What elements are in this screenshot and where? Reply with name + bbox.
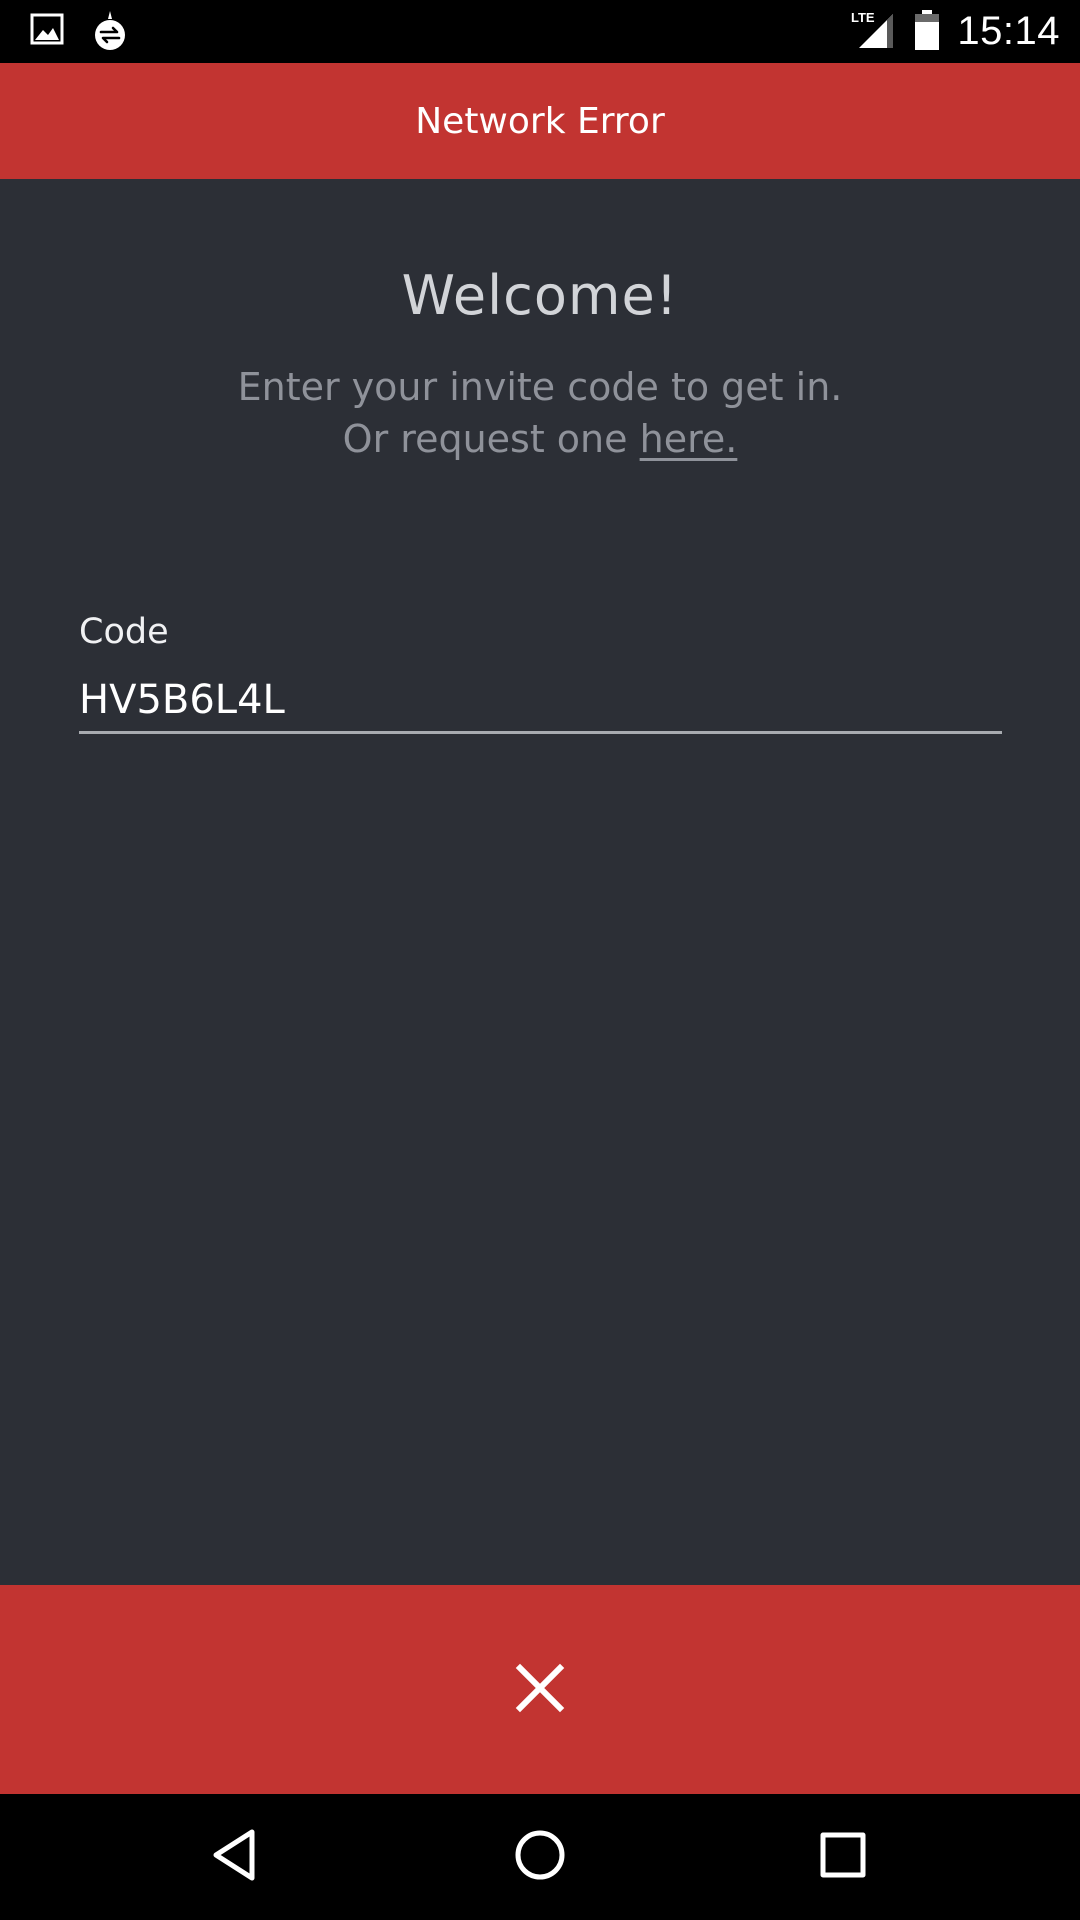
back-icon [210,1828,260,1886]
code-input[interactable] [79,669,1002,734]
code-label: Code [79,612,169,652]
home-button[interactable] [505,1822,575,1892]
subtitle-line-1: Enter your invite code to get in. [237,365,843,409]
close-icon [515,1663,565,1717]
battery-icon [915,9,940,54]
home-icon [514,1829,566,1885]
error-title: Network Error [415,100,665,142]
error-header: Network Error [0,63,1080,179]
back-button[interactable] [200,1822,270,1892]
recents-icon [820,1832,866,1882]
request-code-link[interactable]: here. [640,417,738,461]
navigation-bar [0,1794,1080,1920]
lte-signal-icon: LTE [849,10,895,54]
main-content: Welcome! Enter your invite code to get i… [0,179,1080,1585]
close-button[interactable] [0,1585,1080,1794]
sync-icon [92,10,128,56]
subtitle-line-2-prefix: Or request one [342,417,640,461]
screen: LTE 15:14 Network Error Welcome! Enter y… [0,0,1080,1920]
welcome-subtitle: Enter your invite code to get in. Or req… [0,361,1080,465]
subtitle-line-2: Or request one here. [0,413,1080,465]
lte-label: LTE [851,10,875,25]
welcome-title: Welcome! [401,264,679,327]
recents-button[interactable] [808,1822,878,1892]
status-time: 15:14 [957,9,1060,53]
status-indicators: LTE 15:14 [849,0,1060,63]
status-bar: LTE 15:14 [0,0,1080,63]
image-icon [30,12,64,50]
